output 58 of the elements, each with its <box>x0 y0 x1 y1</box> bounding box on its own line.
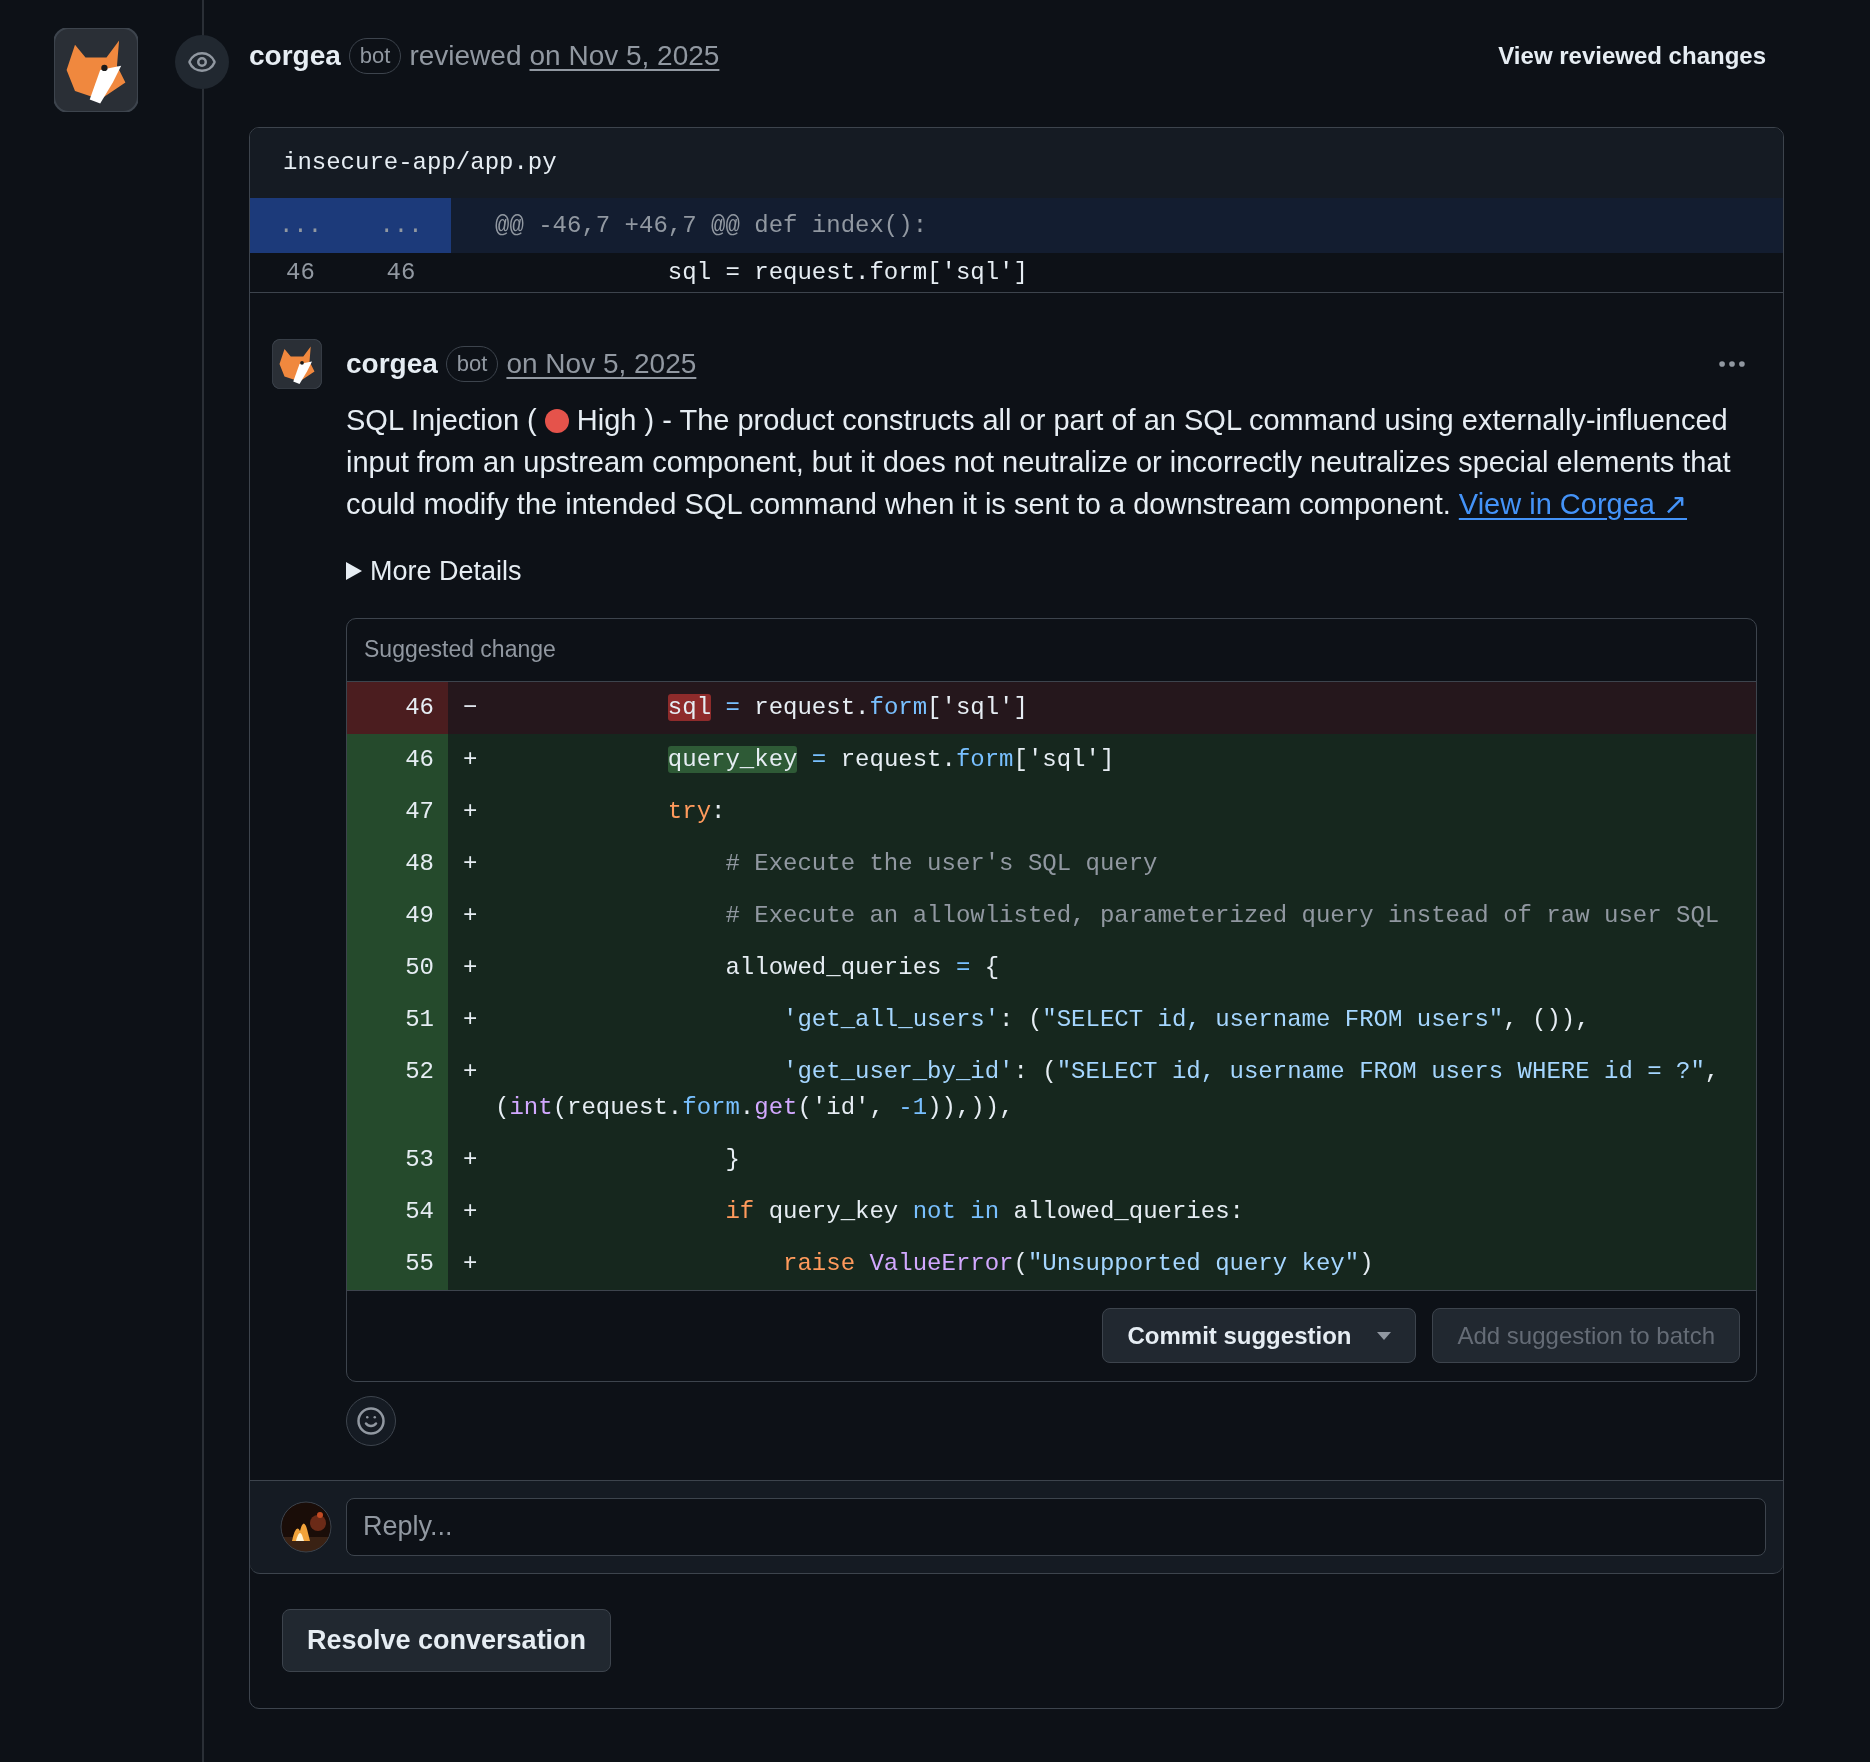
hunk-expander[interactable]: ... <box>250 198 351 253</box>
code-line: } <box>724 1144 741 1175</box>
diff-sign: + <box>462 796 479 827</box>
line-number: 49 <box>347 889 448 942</box>
smiley-icon <box>356 1405 386 1436</box>
code-line: raise ValueError("Unsupported query key") <box>782 1248 1375 1279</box>
code-line: sql = request.form['sql'] <box>666 692 1029 723</box>
diff-sign: + <box>462 1004 479 1035</box>
view-in-corgea-link[interactable]: View in Corgea ↗ <box>1458 488 1687 520</box>
code-line: if query_key not in allowed_queries: <box>724 1196 1245 1227</box>
hunk-header: @@ -46,7 +46,7 @@ def index(): <box>494 210 928 241</box>
view-changes-link[interactable]: View reviewed changes <box>1498 37 1766 74</box>
code-line: # Execute an allowlisted, parameterized query instead of raw user SQL <box>724 900 1721 931</box>
author-name[interactable]: corgea <box>346 343 438 385</box>
fox-avatar <box>272 339 322 389</box>
hunk-expander[interactable]: ... <box>351 198 451 253</box>
code-line: # Execute the user's SQL query <box>724 848 1159 879</box>
line-number: 48 <box>347 837 448 890</box>
diff-sign: + <box>462 848 479 879</box>
code-line: try: <box>666 796 727 827</box>
comment-text: SQL Injection ( High ) - The product constructs all or part of an SQL command using externally-influenced input from an upstream component, but it does not neutralize or incorrectly neutralizes special elements that could modify the intended SQL command when it is sent to a downstream component. View in Corgea ↗ <box>346 403 1732 522</box>
code-line: allowed_queries = { <box>724 952 1001 983</box>
line-number: 46 <box>347 733 448 786</box>
comment-date-link[interactable]: on Nov 5, 2025 <box>506 343 697 385</box>
code-line: 'get_user_by_id': ("SELECT id, username FROM users WHERE id = ?", (int(request.form.get('id', -1)),)), <box>495 1056 1721 1123</box>
diff-sign: + <box>462 1196 479 1227</box>
commit-suggestion-button[interactable]: Commit suggestion <box>1102 1308 1417 1363</box>
emoji-reaction-button[interactable] <box>346 1395 396 1446</box>
line-number: 46 <box>385 257 417 288</box>
suggestion-title: Suggested change <box>364 635 556 665</box>
diff-sign: + <box>462 900 479 931</box>
caret-icon[interactable] <box>346 562 362 581</box>
line-number: 54 <box>347 1185 448 1238</box>
diff-sign: + <box>462 744 479 775</box>
line-number: 46 <box>347 681 448 734</box>
caret-icon <box>1377 1331 1392 1340</box>
line-number: 50 <box>347 941 448 994</box>
code-line: 'get_all_users': ("SELECT id, username FROM users", ()), <box>782 1004 1591 1035</box>
review-date-link[interactable]: on Nov 5, 2025 <box>529 34 720 77</box>
diff-sign: + <box>462 952 479 983</box>
line-number: 55 <box>347 1237 448 1290</box>
code-line: query_key = request.form['sql'] <box>666 744 1116 775</box>
author-name[interactable]: corgea <box>249 34 341 77</box>
line-number: 53 <box>347 1133 448 1186</box>
code-line: sql = request.form['sql'] <box>666 257 1028 288</box>
line-number: 46 <box>285 257 316 288</box>
line-number: 52 <box>347 1045 448 1134</box>
diff-sign: + <box>462 1248 479 1279</box>
diff-sign: − <box>462 692 479 723</box>
file-path[interactable]: insecure-app/app.py <box>283 145 557 181</box>
line-number: 51 <box>347 993 448 1046</box>
line-number: 47 <box>347 785 448 838</box>
more-details-toggle[interactable]: More Details <box>370 551 522 592</box>
resolve-conversation-button[interactable]: Resolve conversation <box>282 1609 612 1672</box>
review-action: reviewed <box>409 38 522 73</box>
reply-field[interactable]: Reply... <box>346 1497 1766 1556</box>
diff-sign: + <box>462 1144 479 1175</box>
diff-sign: + <box>462 1056 479 1087</box>
